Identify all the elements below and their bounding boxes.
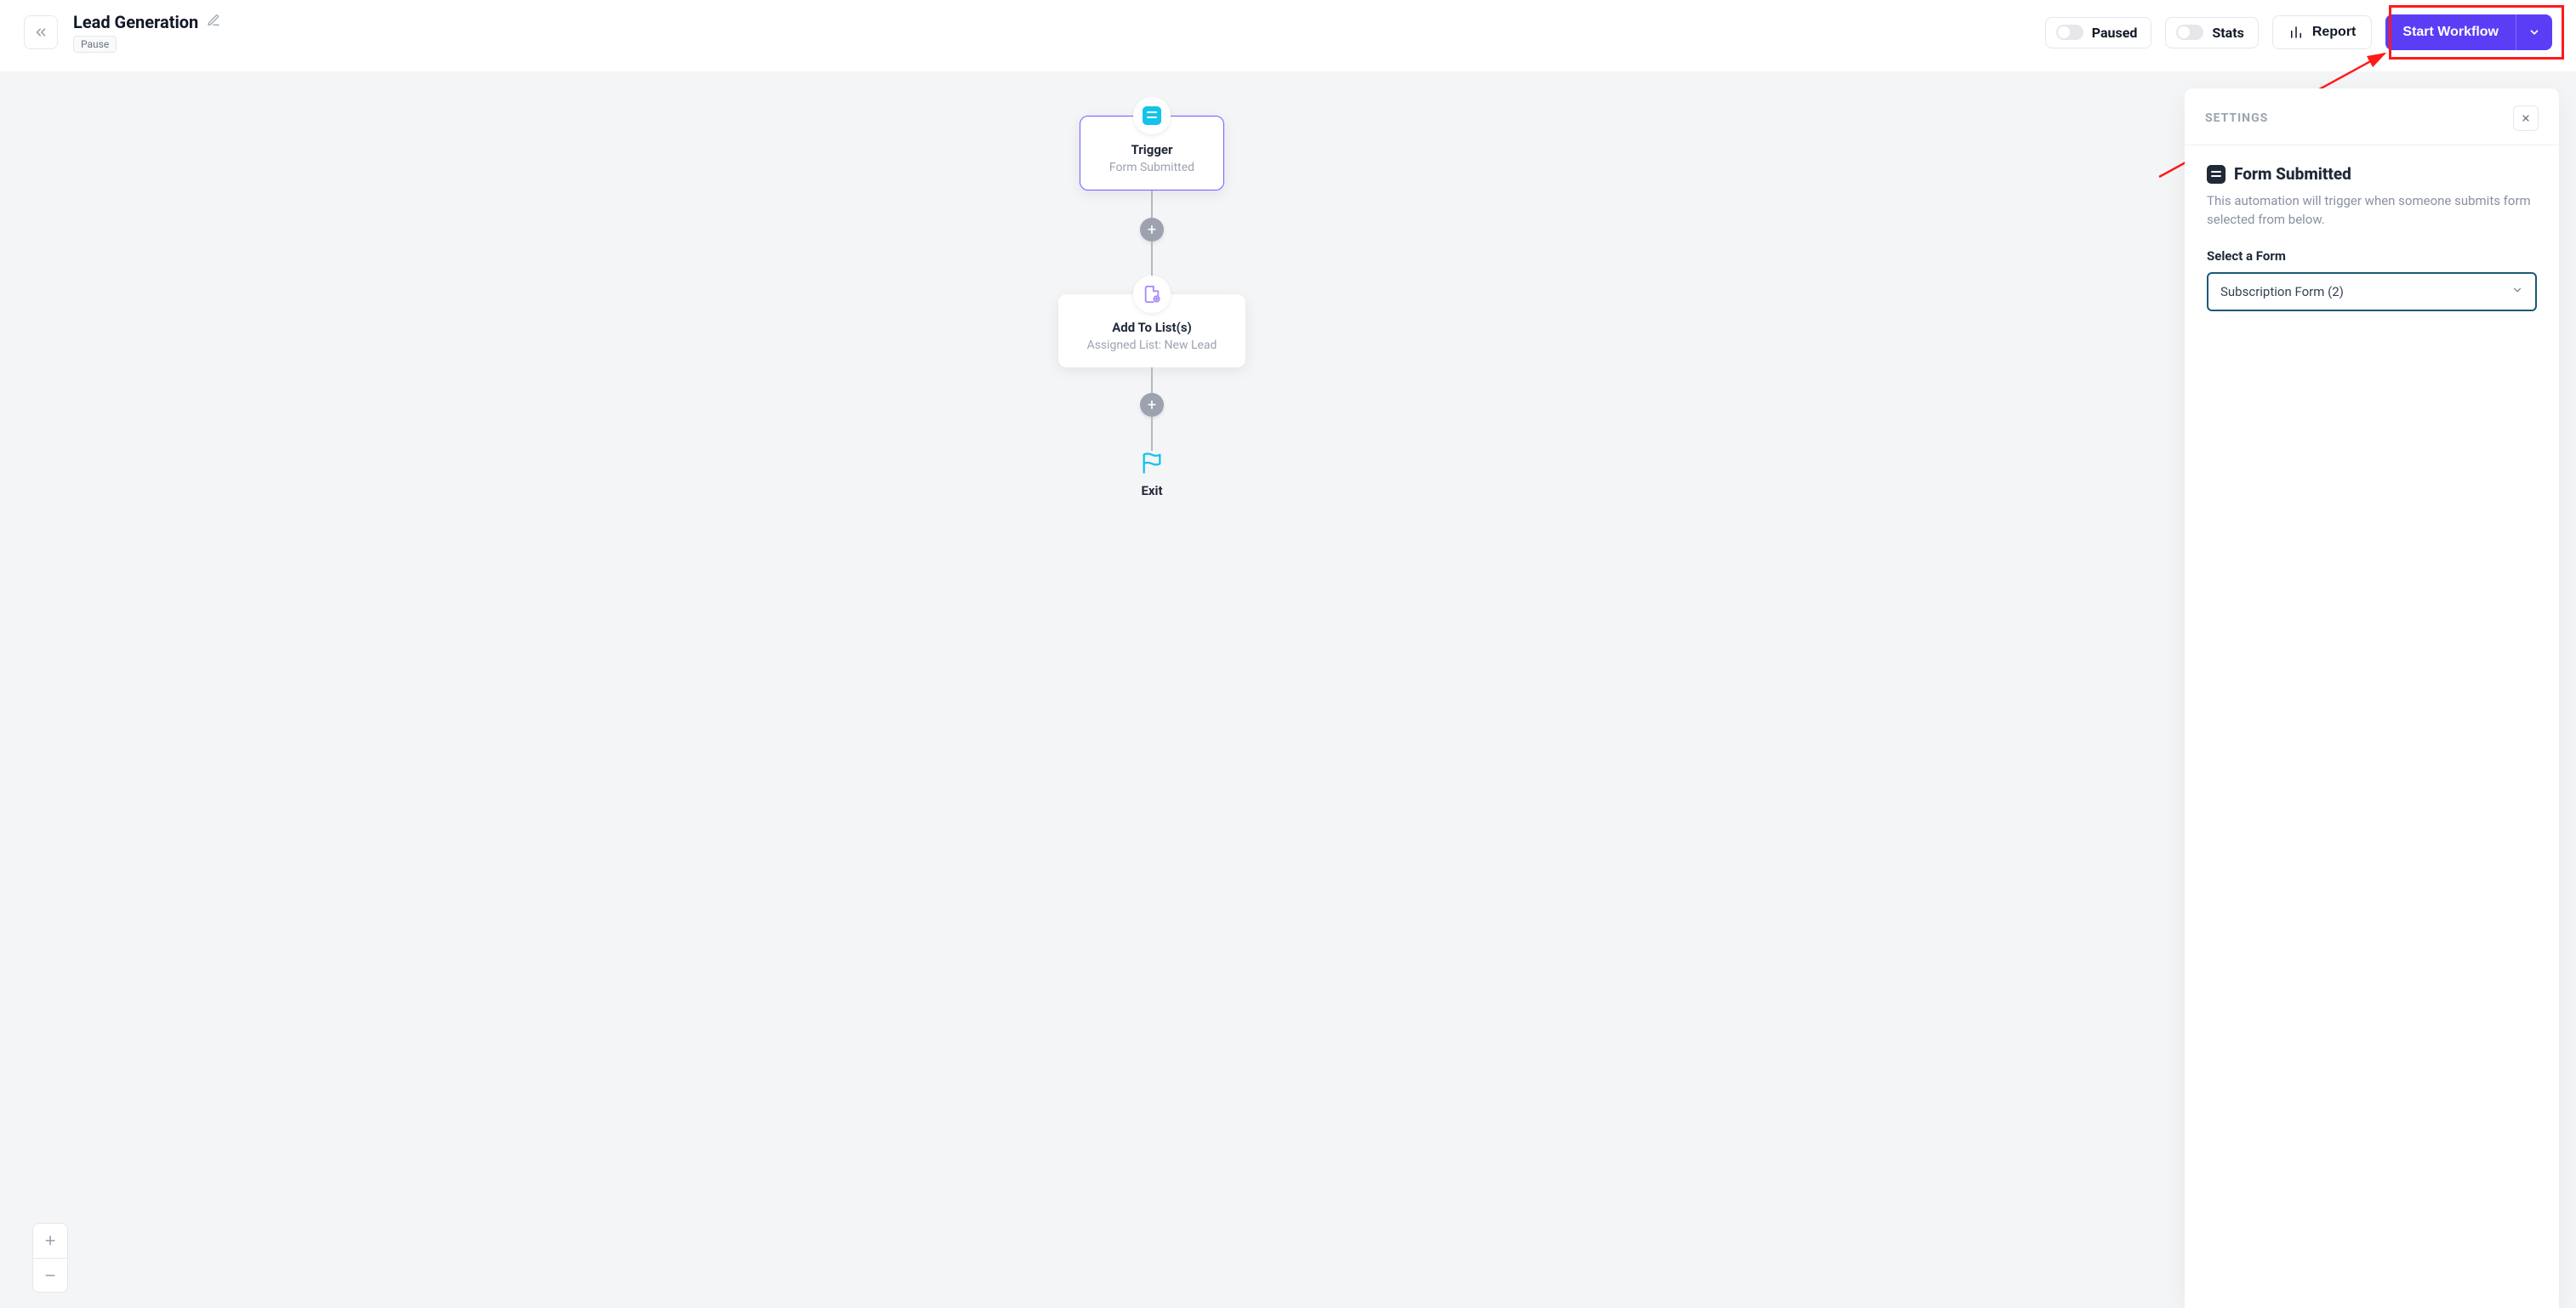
- stats-toggle[interactable]: [2176, 25, 2203, 40]
- form-select-value: Subscription Form (2): [2220, 284, 2344, 299]
- chevron-double-left-icon: [33, 25, 48, 40]
- settings-title: Form Submitted: [2234, 164, 2351, 184]
- workflow-title: Lead Generation: [73, 12, 198, 32]
- start-workflow-button[interactable]: Start Workflow: [2385, 14, 2516, 50]
- exit-label: Exit: [1141, 483, 1162, 498]
- action-node-title: Add To List(s): [1070, 320, 1234, 335]
- form-icon: [2207, 165, 2226, 184]
- action-node-subtitle: Assigned List: New Lead: [1070, 338, 1234, 352]
- report-button[interactable]: Report: [2272, 15, 2373, 49]
- add-step-button[interactable]: +: [1140, 218, 1164, 242]
- stats-toggle-label: Stats: [2212, 25, 2243, 41]
- flag-icon: [1140, 451, 1164, 478]
- settings-panel: SETTINGS Form Submitted This automation …: [2185, 88, 2559, 1308]
- connector: [1151, 417, 1153, 451]
- editor-header: Lead Generation Pause Paused Stats Repor…: [0, 0, 2576, 69]
- workflow-flow: Trigger Form Submitted + Add To List(s) …: [1058, 97, 1245, 498]
- settings-description: This automation will trigger when someon…: [2207, 192, 2537, 230]
- zoom-controls: + −: [32, 1223, 68, 1293]
- settings-panel-header: SETTINGS: [2205, 111, 2268, 125]
- paused-toggle[interactable]: [2056, 25, 2083, 40]
- start-workflow-label: Start Workflow: [2402, 25, 2499, 39]
- form-icon: [1143, 106, 1161, 125]
- status-chip: Pause: [73, 36, 117, 53]
- collapse-sidebar-button[interactable]: [24, 15, 58, 49]
- paused-toggle-label: Paused: [2092, 25, 2138, 41]
- trigger-node-icon-circle: [1133, 97, 1171, 134]
- connector: [1151, 191, 1153, 218]
- select-form-label: Select a Form: [2207, 248, 2537, 264]
- zoom-in-button[interactable]: +: [33, 1224, 67, 1258]
- connector: [1151, 242, 1153, 276]
- start-workflow-dropdown[interactable]: [2516, 14, 2552, 50]
- chevron-down-icon: [2528, 26, 2540, 38]
- action-node-icon-circle: [1133, 276, 1171, 313]
- trigger-node-title: Trigger: [1092, 142, 1211, 157]
- connector: [1151, 367, 1153, 393]
- add-step-button[interactable]: +: [1140, 393, 1164, 417]
- paused-toggle-group: Paused: [2045, 17, 2152, 48]
- edit-title-icon[interactable]: [207, 14, 220, 31]
- start-workflow-group: Start Workflow: [2385, 14, 2552, 50]
- bar-chart-icon: [2288, 25, 2304, 40]
- list-add-icon: [1143, 285, 1161, 304]
- form-select[interactable]: Subscription Form (2): [2207, 272, 2537, 311]
- report-button-label: Report: [2312, 25, 2357, 40]
- close-panel-button[interactable]: [2513, 105, 2539, 131]
- trigger-node-subtitle: Form Submitted: [1092, 161, 1211, 174]
- workflow-canvas[interactable]: Trigger Form Submitted + Add To List(s) …: [0, 71, 2576, 1308]
- zoom-out-button[interactable]: −: [33, 1258, 67, 1292]
- close-icon: [2521, 113, 2531, 123]
- stats-toggle-group: Stats: [2165, 17, 2258, 48]
- chevron-down-icon: [2511, 284, 2523, 299]
